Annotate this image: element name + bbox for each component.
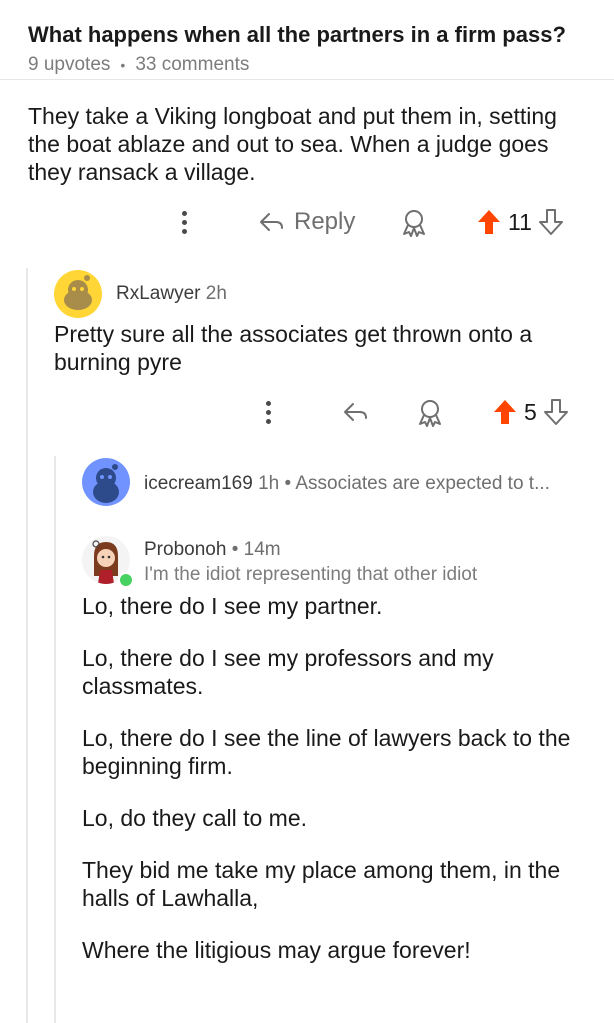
upvote-count: 9 upvotes: [28, 54, 111, 75]
comment-body: Pretty sure all the associates get throw…: [54, 321, 533, 375]
username[interactable]: Probonoh: [144, 539, 226, 560]
downvote-arrow-icon[interactable]: [543, 398, 569, 426]
comment-paragraph: Lo, there do I see my professors and my …: [82, 645, 494, 699]
reply-arrow-icon[interactable]: [342, 400, 370, 424]
snoo-avatar-icon[interactable]: [54, 270, 102, 318]
separator-dot: •: [120, 57, 126, 73]
reply-label: Reply: [294, 208, 356, 235]
more-vertical-icon[interactable]: [266, 401, 271, 424]
collapsed-comment[interactable]: icecream169 1h • Associates are expected…: [144, 473, 594, 495]
comment-body: Lo, there do I see my partner. Lo, there…: [82, 592, 602, 988]
comment-preview: Associates are expected to t...: [295, 473, 550, 494]
downvote-arrow-icon[interactable]: [538, 208, 564, 236]
comment-paragraph: Lo, there do I see my partner.: [82, 593, 383, 619]
thread-line[interactable]: [54, 456, 56, 1023]
comment-body: They take a Viking longboat and put them…: [28, 103, 557, 185]
username[interactable]: RxLawyer: [116, 283, 200, 304]
upvote-arrow-icon[interactable]: [476, 208, 502, 236]
reply-arrow-icon: [260, 213, 283, 231]
comment-score: 5: [524, 398, 537, 425]
online-status-dot: [118, 572, 134, 588]
comment-actions: Reply 11: [178, 206, 588, 240]
comment-score: 11: [508, 208, 532, 235]
username[interactable]: icecream169: [144, 473, 253, 494]
upvote-arrow-icon[interactable]: [492, 398, 518, 426]
separator-dot: •: [284, 473, 292, 494]
comment-author[interactable]: Probonoh • 14m: [144, 539, 281, 561]
comment-age: 2h: [205, 283, 227, 304]
comment-paragraph: Lo, do they call to me.: [82, 805, 308, 831]
comment-count[interactable]: 33 comments: [135, 54, 249, 76]
comment-paragraph: Where the litigious may argue forever!: [82, 937, 471, 963]
comment-paragraph: Lo, there do I see the line of lawyers b…: [82, 725, 571, 779]
post-meta: 9 upvotes • 33 comments: [28, 54, 586, 76]
award-icon[interactable]: [400, 208, 428, 238]
award-icon[interactable]: [416, 398, 444, 428]
post-title[interactable]: What happens when all the partners in a …: [28, 22, 586, 48]
reply-button[interactable]: Reply: [258, 208, 355, 236]
comment-actions: 5: [262, 396, 592, 430]
post-header: What happens when all the partners in a …: [0, 0, 614, 80]
comment-paragraph: They bid me take my place among them, in…: [82, 857, 561, 911]
user-flair: I'm the idiot representing that other id…: [144, 564, 478, 585]
comment-author[interactable]: RxLawyer 2h: [116, 283, 227, 305]
more-vertical-icon[interactable]: [182, 211, 187, 234]
snoo-avatar-icon[interactable]: [82, 458, 130, 506]
vote-controls: 5: [492, 398, 569, 426]
comment-age: 14m: [243, 539, 281, 560]
comment-age: 1h: [258, 473, 280, 494]
vote-controls: 11: [476, 208, 564, 236]
separator-dot: •: [231, 539, 244, 560]
thread-line[interactable]: [26, 268, 28, 1023]
